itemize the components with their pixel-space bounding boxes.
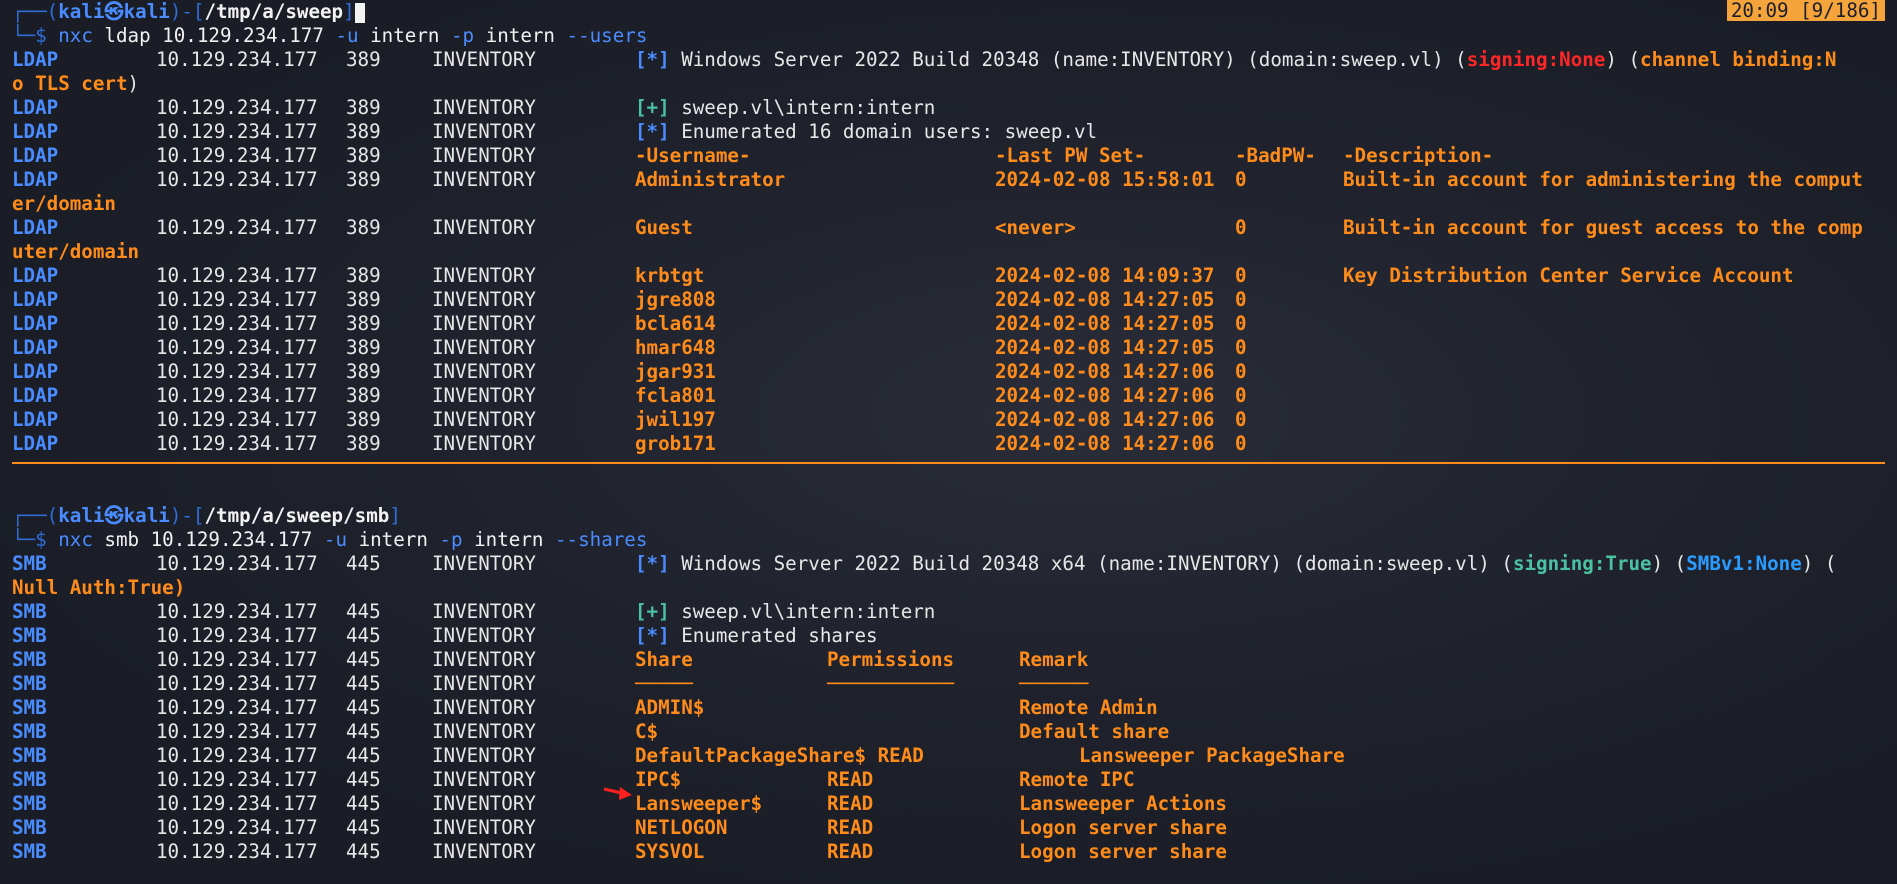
smb-share-row: SMB 10.129.234.177 445 INVENTORY NETLOGON REA… [12, 816, 1227, 839]
smb-share-row: SMB 10.129.234.177 445 INVENTORY SYSVOL READ L… [12, 840, 1227, 863]
smb-header-line: SMB 10.129.234.177 445 INVENTORY Share Permis… [12, 648, 1089, 671]
smb-header-underline: SMB 10.129.234.177 445 INVENTORY ───── ──────… [12, 672, 1089, 695]
smb-share-row: SMB 10.129.234.177 445 INVENTORY C$ Default s… [12, 720, 1170, 743]
ldap-user-row: LDAP 10.129.234.177 389 INVENTORY jgre808 202… [12, 288, 1247, 311]
smb-enum-line: SMB 10.129.234.177 445 INVENTORY [*] Enumera… [12, 624, 878, 647]
smb-auth-line: SMB 10.129.234.177 445 INVENTORY [+] sweep.v… [12, 600, 936, 623]
ldap-header-line: LDAP 10.129.234.177 389 INVENTORY -Username-… [12, 144, 1494, 167]
ldap-user-row: LDAP 10.129.234.177 389 INVENTORY jgar931 202… [12, 360, 1247, 383]
command-line-2: └─$ nxc smb 10.129.234.177 -u intern -p … [12, 528, 648, 551]
terminal-output: ┌──(kali㉿kali)-[/tmp/a/sweep] └─$ nxc ld… [12, 0, 1897, 864]
ldap-info-wrap: o TLS cert) [12, 72, 140, 95]
terminal-cursor [354, 2, 365, 23]
smb-share-row: SMB 10.129.234.177 445 INVENTORY IPC$ READ Rem… [12, 768, 1135, 791]
ldap-user-row: LDAP 10.129.234.177 389 INVENTORY grob171 202… [12, 432, 1247, 455]
prompt-line-1: ┌──(kali㉿kali)-[/tmp/a/sweep] [12, 0, 1897, 24]
ldap-user-row: LDAP 10.129.234.177 389 INVENTORY Administra… [12, 168, 1863, 191]
smb-share-row: SMB 10.129.234.177 445 INVENTORY Lansweeper$… [12, 792, 1227, 815]
prompt-user: kali㉿kali [58, 0, 170, 23]
ldap-auth-line: LDAP 10.129.234.177 389 INVENTORY [+] sweep.… [12, 96, 936, 119]
smb-share-row: SMB 10.129.234.177 445 INVENTORY DefaultPack… [12, 744, 1345, 767]
smb-info-wrap: Null Auth:True) [12, 576, 186, 599]
prompt-line-2: ┌──(kali㉿kali)-[/tmp/a/sweep/smb] [12, 504, 401, 527]
prompt-path: /tmp/a/sweep/smb [204, 504, 390, 527]
smb-share-row: SMB 10.129.234.177 445 INVENTORY ADMIN$ Remot… [12, 696, 1158, 719]
ldap-user-row: LDAP 10.129.234.177 389 INVENTORY jwil197 202… [12, 408, 1247, 431]
prompt-path: /tmp/a/sweep [204, 0, 344, 23]
red-arrow-annotation-icon [603, 787, 632, 800]
prompt-user: kali㉿kali [58, 504, 170, 527]
ldap-user-row-wrap: er/domain [12, 192, 116, 215]
ldap-user-row: LDAP 10.129.234.177 389 INVENTORY bcla614 202… [12, 312, 1247, 335]
ldap-info-line: LDAP 10.129.234.177 389 INVENTORY [*] Window… [12, 48, 1837, 71]
ldap-user-row: LDAP 10.129.234.177 389 INVENTORY Guest <neve… [12, 216, 1863, 239]
ldap-user-row: LDAP 10.129.234.177 389 INVENTORY fcla801 202… [12, 384, 1247, 407]
ldap-user-row: LDAP 10.129.234.177 389 INVENTORY hmar648 202… [12, 336, 1247, 359]
ldap-user-row-wrap: uter/domain [12, 240, 140, 263]
smb-info-line: SMB 10.129.234.177 445 INVENTORY [*] Windows… [12, 552, 1837, 575]
ldap-enum-line: LDAP 10.129.234.177 389 INVENTORY [*] Enumer… [12, 120, 1098, 143]
terminal-window[interactable]: 20:09 [9/186] ┌──(kali㉿kali)-[/tmp/a/swe… [0, 0, 1897, 884]
ldap-user-row: LDAP 10.129.234.177 389 INVENTORY krbtgt 2024… [12, 264, 1794, 287]
command-line-1: └─$ nxc ldap 10.129.234.177 -u intern -p… [12, 24, 648, 47]
